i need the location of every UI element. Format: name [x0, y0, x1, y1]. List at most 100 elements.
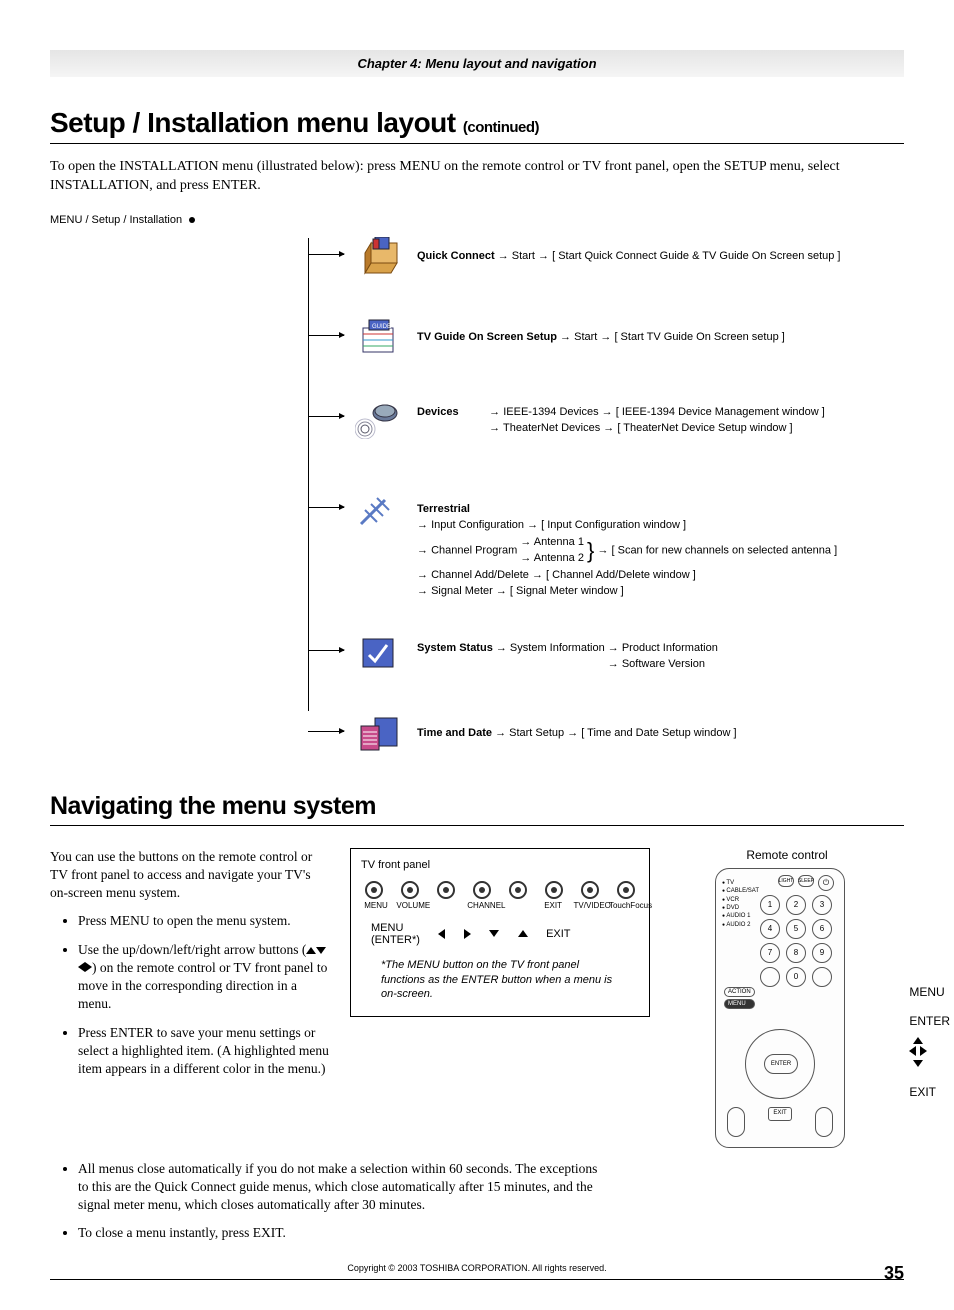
- knob-label: TV/VIDEO: [574, 901, 604, 910]
- bullet-1: Press MENU to open the menu system.: [78, 912, 330, 930]
- path: → Start → [ Start TV Guide On Screen set…: [560, 331, 785, 343]
- b2b: ) on the remote control or TV front pane…: [78, 960, 327, 1011]
- knob-label: EXIT: [538, 901, 568, 910]
- bullet-4: All menus close automatically if you do …: [78, 1160, 610, 1215]
- num-button[interactable]: 8: [786, 943, 806, 963]
- terr-line2a: Channel Program: [431, 544, 517, 556]
- menu-text: Devices → IEEE-1394 Devices → [ IEEE-139…: [417, 392, 825, 437]
- left-arrow-icon: [438, 929, 445, 939]
- num-button[interactable]: [760, 967, 780, 987]
- num-button[interactable]: [812, 967, 832, 987]
- label: System Status: [417, 642, 493, 654]
- bullet-2: Use the up/down/left/right arrow buttons…: [78, 941, 330, 1014]
- breadcrumb: MENU / Setup / Installation: [50, 214, 904, 226]
- menu-text: Time and Date → Start Setup → [ Time and…: [417, 707, 737, 742]
- title-sub: (continued): [463, 119, 539, 136]
- num-button[interactable]: 9: [812, 943, 832, 963]
- knob-label: [503, 901, 533, 910]
- remote-control-diagram: TV CABLE/SAT VCR DVD AUDIO 1 AUDIO 2 LIG…: [715, 868, 845, 1148]
- num-button[interactable]: 3: [812, 895, 832, 915]
- power-button[interactable]: ⏻: [818, 875, 834, 891]
- menu-button[interactable]: MENU: [724, 999, 755, 1009]
- device-icon: [350, 392, 405, 447]
- num-button[interactable]: 7: [760, 943, 780, 963]
- vol-rocker[interactable]: [815, 1107, 833, 1137]
- b2a: Use the up/down/left/right arrow buttons…: [78, 942, 306, 957]
- footer: Copyright © 2003 TOSHIBA CORPORATION. Al…: [50, 1263, 904, 1280]
- tv-front-panel-diagram: TV front panel MENU VOLUME CHANNEL EXIT …: [350, 848, 650, 1018]
- sys-path: → System Information: [496, 642, 605, 654]
- remote-callouts: MENU ENTER EXIT: [909, 978, 950, 1107]
- section-heading: Navigating the menu system: [50, 792, 904, 826]
- panel-map-row: MENU (ENTER*) EXIT: [361, 922, 639, 946]
- num-button[interactable]: 2: [786, 895, 806, 915]
- knob-label: CHANNEL: [467, 901, 497, 910]
- light-button[interactable]: LIGHT: [778, 875, 794, 887]
- arrow-icon: [308, 416, 344, 417]
- num-button[interactable]: 1: [760, 895, 780, 915]
- check-icon: [350, 626, 405, 681]
- left-arrow-icon: [909, 1046, 916, 1056]
- sys-sub2: Software Version: [622, 658, 705, 670]
- devices-line2: TheaterNet Devices → [ TheaterNet Device…: [503, 422, 793, 434]
- knob-icon: [401, 881, 419, 899]
- menu-text: Terrestrial → Input Configuration → [ In…: [417, 473, 904, 600]
- num-button[interactable]: 4: [760, 919, 780, 939]
- right-arrow-icon: [464, 929, 471, 939]
- breadcrumb-text: MENU / Setup / Installation: [50, 214, 182, 226]
- label: Quick Connect: [417, 250, 495, 262]
- knob-icon: [437, 881, 455, 899]
- arrow-icon: [308, 650, 344, 651]
- label: Terrestrial: [417, 473, 470, 518]
- arrow-icon: [308, 507, 344, 508]
- side-label: TV: [722, 879, 759, 887]
- menu-text: Quick Connect → Start → [ Start Quick Co…: [417, 230, 840, 265]
- remote-number-pad: 1 2 3 4 5 6 7 8 9 0: [760, 895, 834, 987]
- title-main: Setup / Installation menu layout: [50, 107, 463, 138]
- knob-icon: [617, 881, 635, 899]
- arrow-icon: [308, 254, 344, 255]
- bullet-5: To close a menu instantly, press EXIT.: [78, 1224, 610, 1242]
- menu-row-terrestrial: Terrestrial → Input Configuration → [ In…: [50, 473, 904, 600]
- knob-icon: [473, 881, 491, 899]
- remote-side-labels: TV CABLE/SAT VCR DVD AUDIO 1 AUDIO 2: [722, 879, 759, 929]
- down-arrow-icon: [913, 1060, 923, 1067]
- knob-icon: [545, 881, 563, 899]
- box-icon: [350, 230, 405, 285]
- menu-row-quick-connect: Quick Connect → Start → [ Start Quick Co…: [50, 230, 904, 285]
- page-number: 35: [884, 1263, 904, 1284]
- num-button[interactable]: 0: [786, 967, 806, 987]
- up-arrow-icon: [913, 1037, 923, 1044]
- side-label: VCR: [722, 896, 759, 904]
- num-button[interactable]: 5: [786, 919, 806, 939]
- knob-icon: [365, 881, 383, 899]
- knob-label: MENU: [361, 901, 391, 910]
- label: TV Guide On Screen Setup: [417, 331, 557, 343]
- menu-text: System Status → System Information → Pro…: [417, 626, 718, 673]
- page-title: Setup / Installation menu layout (contin…: [50, 107, 904, 144]
- knob-label: [432, 901, 462, 910]
- num-button[interactable]: 6: [812, 919, 832, 939]
- dpad[interactable]: ENTER: [745, 1029, 815, 1099]
- terr-scan: → [ Scan for new channels on selected an…: [597, 544, 837, 556]
- label: Devices: [417, 406, 459, 418]
- bullet-3: Press ENTER to save your menu settings o…: [78, 1024, 330, 1079]
- path: → Start Setup → [ Time and Date Setup wi…: [495, 727, 737, 739]
- devices-line1: IEEE-1394 Devices → [ IEEE-1394 Device M…: [503, 406, 825, 418]
- panel-note: *The MENU button on the TV front panel f…: [361, 958, 639, 1003]
- right-arrow-icon: [920, 1046, 927, 1056]
- antenna-icon: [350, 483, 405, 538]
- ch-rocker[interactable]: [727, 1107, 745, 1137]
- sleep-button[interactable]: SLEEP: [798, 875, 814, 887]
- enter-button[interactable]: ENTER: [764, 1054, 798, 1074]
- terr-line1: Input Configuration → [ Input Configurat…: [431, 519, 686, 531]
- map-exit: EXIT: [546, 928, 570, 940]
- side-label: AUDIO 2: [722, 921, 759, 929]
- callout-menu: MENU: [909, 978, 950, 1007]
- arrow-icon: [308, 335, 344, 336]
- exit-button[interactable]: EXIT: [768, 1107, 792, 1121]
- path: → Start → [ Start Quick Connect Guide & …: [498, 250, 841, 262]
- left-arrow-icon: [78, 962, 85, 972]
- knob-labels: MENU VOLUME CHANNEL EXIT TV/VIDEO TouchF…: [361, 901, 639, 910]
- menu-diagram: Quick Connect → Start → [ Start Quick Co…: [50, 230, 904, 762]
